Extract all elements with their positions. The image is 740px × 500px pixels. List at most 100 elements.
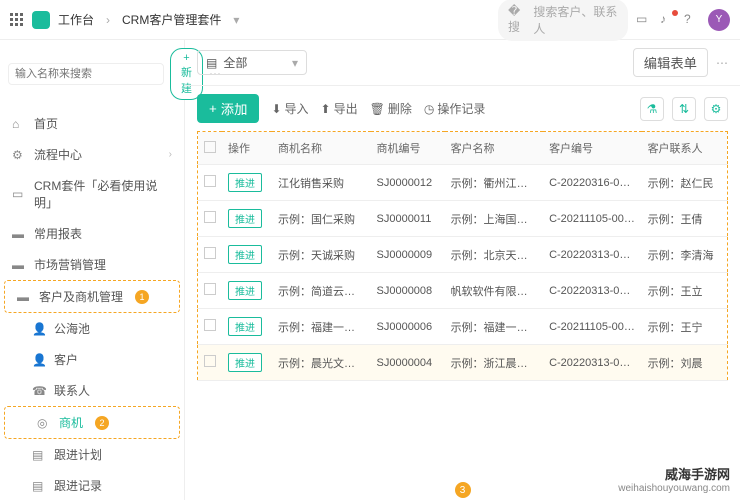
cell-contact: 示例：王宁 <box>642 309 728 345</box>
sidebar-item-4[interactable]: ▬市场营销管理 <box>0 249 184 280</box>
cell-contact: 示例：王倩 <box>642 201 728 237</box>
sort-icon[interactable]: ⇅ <box>672 97 696 121</box>
nav-label: 常用报表 <box>34 225 82 242</box>
sidebar-search-input[interactable] <box>8 63 164 85</box>
nav-label: 客户及商机管理 <box>39 288 123 305</box>
notebook-icon[interactable]: ▭ <box>636 12 652 28</box>
view-selector[interactable]: ▤ 全部 ▾ <box>197 50 307 75</box>
nav-label: 客户 <box>54 351 78 368</box>
global-search[interactable]: �搜 搜索客户、联系人 <box>498 0 628 41</box>
row-checkbox[interactable] <box>204 355 216 367</box>
row-checkbox[interactable] <box>204 283 216 295</box>
user-icon: 👤 <box>32 322 46 336</box>
cell-code: SJ0000006 <box>371 309 445 345</box>
more-icon[interactable]: ⋯ <box>716 56 728 70</box>
row-checkbox[interactable] <box>204 319 216 331</box>
cell-custcode: C-20220313-0000004 <box>543 345 642 381</box>
cell-code: SJ0000009 <box>371 237 445 273</box>
cell-cust: 示例：上海国仁有限… <box>445 201 544 237</box>
nav-label: 市场营销管理 <box>34 256 106 273</box>
log-button[interactable]: ◷ 操作记录 <box>424 100 486 117</box>
row-checkbox[interactable] <box>204 175 216 187</box>
list-icon: ▤ <box>206 56 217 70</box>
breadcrumb-module[interactable]: CRM客户管理套件 <box>122 11 221 28</box>
cell-cust: 示例：福建一高集团 <box>445 309 544 345</box>
advance-button[interactable]: 推进 <box>228 245 262 264</box>
export-button[interactable]: ⬆ 导出 <box>321 100 358 117</box>
cell-name: 示例：简道云采购 <box>272 273 371 309</box>
breadcrumb-workspace[interactable]: 工作台 <box>58 11 94 28</box>
cell-custcode: C-20220313-0000002 <box>543 237 642 273</box>
table-row[interactable]: 推进示例：简道云采购SJ0000008帆软软件有限公司C-20220313-00… <box>198 273 728 309</box>
cell-code: SJ0000012 <box>371 165 445 201</box>
table-row[interactable]: 推进示例：天诚采购SJ0000009示例：北京天诚软件…C-20220313-0… <box>198 237 728 273</box>
cell-code: SJ0000011 <box>371 201 445 237</box>
view-label: 全部 <box>223 54 247 71</box>
nav-label: CRM套件「必看使用说明」 <box>34 177 172 211</box>
flow-icon: ⚙ <box>12 148 26 162</box>
column-header[interactable]: 商机编号 <box>371 132 445 165</box>
nav-label: 联系人 <box>54 382 90 399</box>
table-row[interactable]: 推进示例：国仁采购SJ0000011示例：上海国仁有限…C-20211105-0… <box>198 201 728 237</box>
column-header[interactable]: 客户名称 <box>445 132 544 165</box>
annotation-badge-3: 3 <box>455 482 471 498</box>
sidebar-item-9[interactable]: ◎商机2 <box>4 406 180 439</box>
main-panel: ▤ 全部 ▾ 编辑表单 ⋯ +添加 ⬇ 导入 ⬆ 导出 🗑 删除 ◷ 操作记录 … <box>185 40 740 500</box>
sidebar-item-1[interactable]: ⚙流程中心› <box>0 139 184 170</box>
plus-icon: + <box>209 101 217 116</box>
advance-button[interactable]: 推进 <box>228 173 262 192</box>
settings-icon[interactable]: ⚙ <box>704 97 728 121</box>
sidebar-item-7[interactable]: 👤客户 <box>0 344 184 375</box>
cell-cust: 示例：衢州江化集团 <box>445 165 544 201</box>
cell-contact: 示例：赵仁民 <box>642 165 728 201</box>
nav-label: 流程中心 <box>34 146 82 163</box>
column-header[interactable]: 操作 <box>222 132 272 165</box>
apps-grid-icon[interactable] <box>10 13 24 27</box>
cell-contact: 示例：刘晨 <box>642 345 728 381</box>
sidebar-item-2[interactable]: ▭CRM套件「必看使用说明」 <box>0 170 184 218</box>
table-row[interactable]: 推进示例：晨光文具设备…SJ0000004示例：浙江晨光文具…C-2022031… <box>198 345 728 381</box>
cell-cust: 示例：北京天诚软件… <box>445 237 544 273</box>
edit-form-button[interactable]: 编辑表单 <box>633 48 708 77</box>
table-row[interactable]: 推进示例：福建一高3月订单SJ0000006示例：福建一高集团C-2021110… <box>198 309 728 345</box>
delete-button[interactable]: 🗑 删除 <box>370 100 412 117</box>
table-container: 操作商机名称商机编号客户名称客户编号客户联系人 推进江化销售采购SJ000001… <box>185 131 740 500</box>
nav-label: 商机 <box>59 414 83 431</box>
sidebar-item-3[interactable]: ▬ 常用报表 <box>0 218 184 249</box>
nav-label: 跟进记录 <box>54 477 102 494</box>
sidebar-item-6[interactable]: 👤 公海池 <box>0 313 184 344</box>
topbar: 工作台 › CRM客户管理套件 ▾ �搜 搜索客户、联系人 ▭ ♪ ? Y <box>0 0 740 40</box>
select-all-checkbox[interactable] <box>204 141 216 153</box>
advance-button[interactable]: 推进 <box>228 281 262 300</box>
advance-button[interactable]: 推进 <box>228 317 262 336</box>
import-button[interactable]: ⬇ 导入 <box>271 100 308 117</box>
sidebar-item-11[interactable]: ▤跟进记录 <box>0 470 184 500</box>
table-row[interactable]: 推进江化销售采购SJ0000012示例：衢州江化集团C-20220316-000… <box>198 165 728 201</box>
sidebar-item-0[interactable]: ⌂首页 <box>0 108 184 139</box>
sidebar-item-8[interactable]: ☎联系人 <box>0 375 184 406</box>
row-checkbox[interactable] <box>204 211 216 223</box>
logo-icon <box>32 11 50 29</box>
advance-button[interactable]: 推进 <box>228 209 262 228</box>
column-header[interactable]: 客户编号 <box>543 132 642 165</box>
advance-button[interactable]: 推进 <box>228 353 262 372</box>
sidebar-item-5[interactable]: ▬客户及商机管理1 <box>4 280 180 313</box>
avatar[interactable]: Y <box>708 9 730 31</box>
cell-custcode: C-20211105-0000004 <box>543 309 642 345</box>
help-icon[interactable]: ? <box>684 12 700 28</box>
nav-label: 公海池 <box>54 320 90 337</box>
sidebar-item-10[interactable]: ▤跟进计划 <box>0 439 184 470</box>
cell-contact: 示例：李清海 <box>642 237 728 273</box>
cell-code: SJ0000004 <box>371 345 445 381</box>
chevron-down-icon[interactable]: ▾ <box>233 13 239 27</box>
data-table: 操作商机名称商机编号客户名称客户编号客户联系人 推进江化销售采购SJ000001… <box>197 131 728 381</box>
row-checkbox[interactable] <box>204 247 216 259</box>
bell-icon[interactable]: ♪ <box>660 12 676 28</box>
column-header[interactable]: 商机名称 <box>272 132 371 165</box>
sidebar: + 新建 ⋯ ⌂首页⚙流程中心›▭CRM套件「必看使用说明」▬常用报表▬市场营销… <box>0 40 185 500</box>
add-button[interactable]: +添加 <box>197 94 259 123</box>
folder-icon: ▬ <box>17 290 31 304</box>
folder-icon: ▬ <box>12 227 26 241</box>
column-header[interactable]: 客户联系人 <box>642 132 728 165</box>
filter-icon[interactable]: ⚗ <box>640 97 664 121</box>
